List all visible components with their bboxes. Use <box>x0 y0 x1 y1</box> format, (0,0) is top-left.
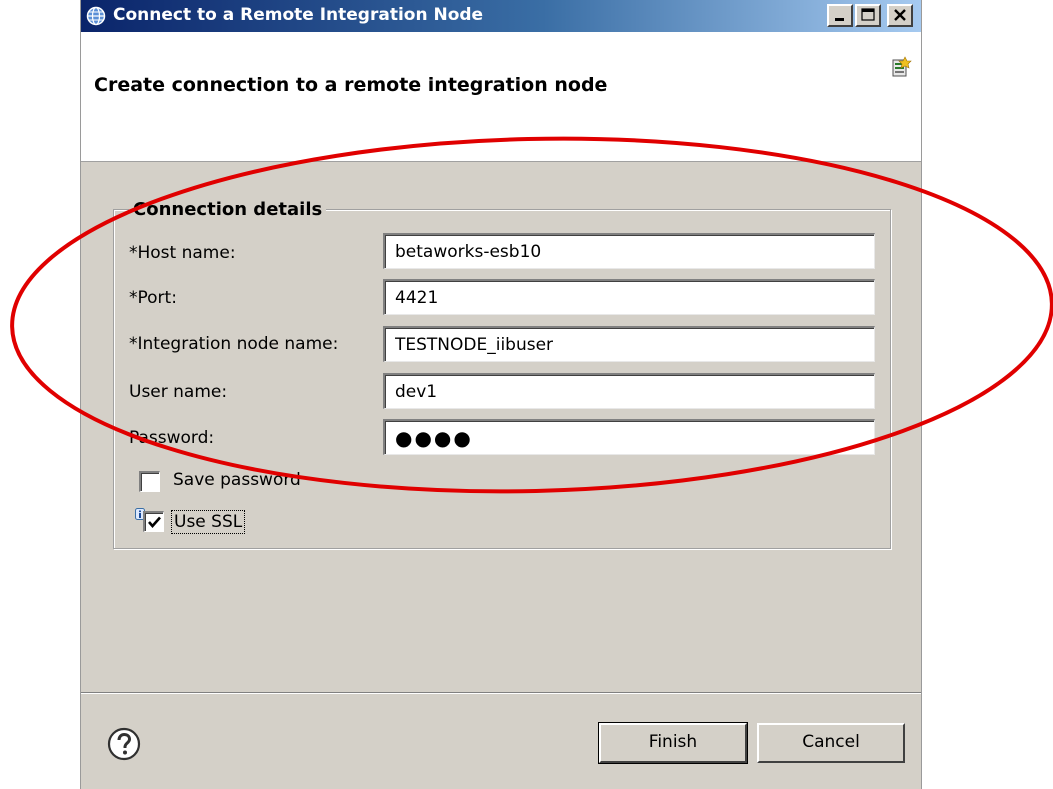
user-name-input[interactable] <box>383 373 875 409</box>
password-input[interactable] <box>383 419 875 455</box>
port-label: *Port: <box>129 288 177 308</box>
maximize-icon <box>861 8 875 21</box>
checkmark-icon <box>148 516 161 528</box>
group-legend: Connection details <box>129 199 327 220</box>
use-ssl-label[interactable]: Use SSL <box>171 510 246 534</box>
use-ssl-checkbox[interactable] <box>143 511 164 532</box>
host-name-input[interactable] <box>383 233 875 269</box>
port-input[interactable] <box>383 279 875 315</box>
window-title: Connect to a Remote Integration Node <box>113 5 484 25</box>
finish-button[interactable]: Finish <box>598 722 748 764</box>
integration-node-name-label: *Integration node name: <box>129 334 339 354</box>
page-title: Create connection to a remote integratio… <box>94 74 608 96</box>
save-password-label[interactable]: Save password <box>173 470 301 490</box>
cancel-button[interactable]: Cancel <box>757 723 905 763</box>
globe-icon <box>86 6 106 26</box>
wizard-banner: Create connection to a remote integratio… <box>81 32 921 162</box>
minimize-button[interactable] <box>827 4 853 27</box>
maximize-button[interactable] <box>855 4 881 27</box>
minimize-icon <box>835 18 844 21</box>
connection-wizard-icon <box>892 56 912 77</box>
button-bar-separator <box>81 692 921 694</box>
host-name-label: *Host name: <box>129 243 236 263</box>
user-name-label: User name: <box>129 382 228 402</box>
integration-node-name-input[interactable] <box>383 326 875 362</box>
help-icon[interactable] <box>107 727 141 761</box>
close-icon <box>894 9 906 21</box>
save-password-checkbox[interactable] <box>139 471 160 492</box>
connect-dialog: Connect to a Remote Integration Node Cre… <box>80 0 922 789</box>
title-bar[interactable]: Connect to a Remote Integration Node <box>81 0 921 32</box>
password-label: Password: <box>129 428 215 448</box>
close-button[interactable] <box>887 4 913 27</box>
